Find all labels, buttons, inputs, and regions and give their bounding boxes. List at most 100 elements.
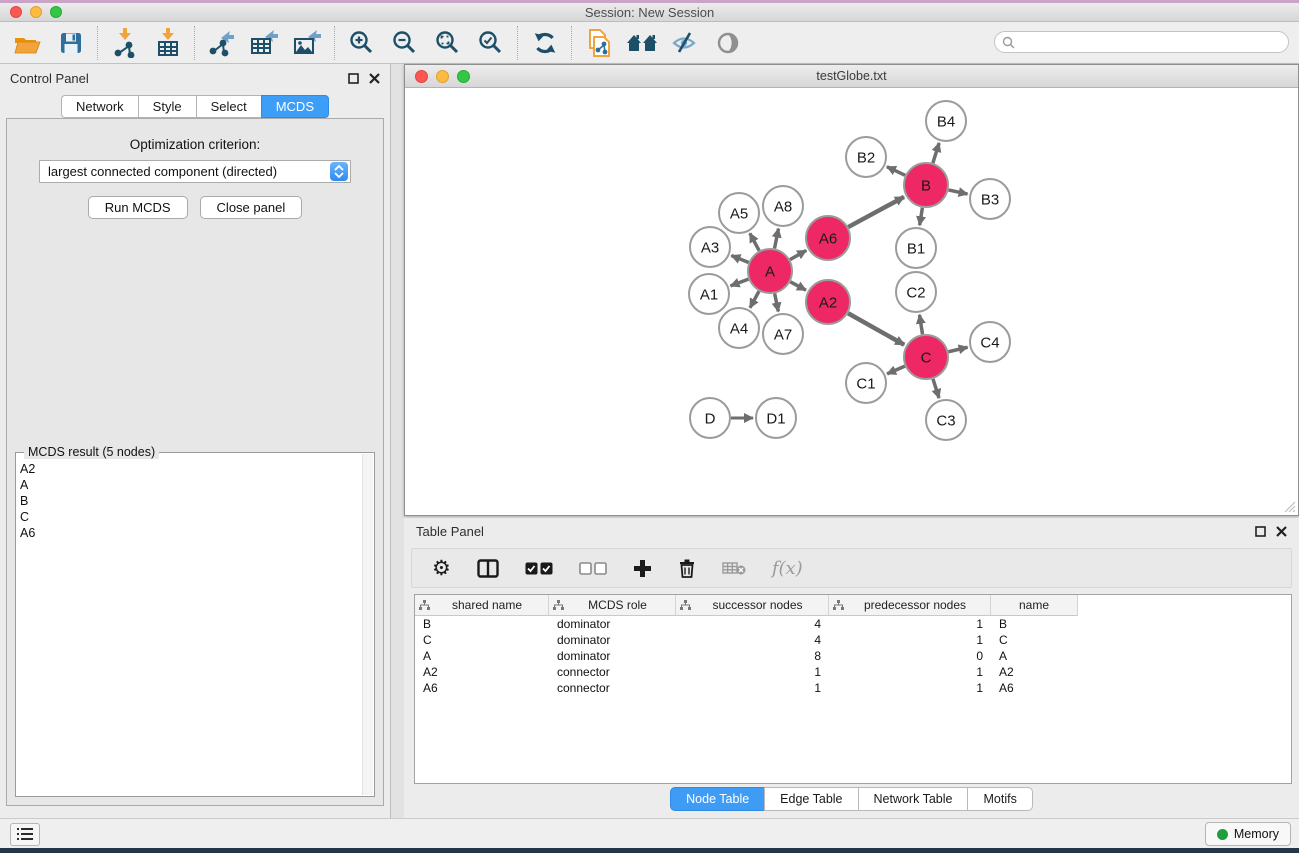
network-canvas[interactable]: AA1A2A3A4A5A6A7A8BB1B2B3B4CC1C2C3C4DD1: [405, 89, 1298, 515]
edge-A6-B[interactable]: [848, 197, 904, 227]
table-cell[interactable]: B: [991, 616, 1078, 632]
graph-node-C4[interactable]: C4: [970, 322, 1010, 362]
table-cell[interactable]: 1: [829, 616, 991, 632]
edge-B-B3[interactable]: [948, 190, 967, 194]
tab-mcds[interactable]: MCDS: [261, 95, 329, 118]
delete-column-icon[interactable]: [678, 558, 696, 578]
table-row[interactable]: A2connector11A2: [415, 664, 1291, 680]
edge-B-B1[interactable]: [920, 208, 923, 226]
table-cell[interactable]: A: [991, 648, 1078, 664]
table-cell[interactable]: A6: [991, 680, 1078, 696]
table-cell[interactable]: 0: [829, 648, 991, 664]
graph-node-B3[interactable]: B3: [970, 179, 1010, 219]
result-item[interactable]: A2: [20, 461, 362, 477]
tab-edge-table[interactable]: Edge Table: [764, 787, 857, 811]
close-panel-button[interactable]: Close panel: [200, 196, 303, 219]
show-all-icon[interactable]: [706, 25, 749, 61]
edge-A-A2[interactable]: [790, 282, 806, 290]
edge-A-A6[interactable]: [790, 250, 806, 259]
graph-node-A8[interactable]: A8: [763, 186, 803, 226]
deselect-all-icon[interactable]: [579, 562, 607, 575]
result-scrollbar[interactable]: [362, 454, 373, 795]
save-session-icon[interactable]: [49, 25, 92, 61]
edge-A-A8[interactable]: [775, 229, 779, 249]
float-table-panel-icon[interactable]: [1255, 526, 1266, 537]
table-row[interactable]: Bdominator41B: [415, 616, 1291, 632]
result-item[interactable]: A: [20, 477, 362, 493]
column-header-successor-nodes[interactable]: successor nodes: [676, 595, 829, 616]
result-item[interactable]: C: [20, 509, 362, 525]
import-network-icon[interactable]: [103, 25, 146, 61]
search-input[interactable]: [1015, 35, 1288, 49]
run-mcds-button[interactable]: Run MCDS: [88, 196, 188, 219]
tab-style[interactable]: Style: [138, 95, 196, 118]
open-session-icon[interactable]: [6, 25, 49, 61]
edge-C-C1[interactable]: [887, 366, 905, 374]
create-column-icon[interactable]: [633, 559, 652, 578]
mcds-result-list[interactable]: A2ABCA6: [20, 461, 362, 792]
edge-A-A4[interactable]: [750, 291, 759, 308]
table-cell[interactable]: A2: [415, 664, 549, 680]
tab-network[interactable]: Network: [61, 95, 138, 118]
tab-node-table[interactable]: Node Table: [670, 787, 764, 811]
graph-node-C1[interactable]: C1: [846, 363, 886, 403]
table-cell[interactable]: dominator: [549, 616, 676, 632]
graph-node-A6[interactable]: A6: [806, 216, 850, 260]
graph-node-A7[interactable]: A7: [763, 314, 803, 354]
graph-node-A1[interactable]: A1: [689, 274, 729, 314]
graph-node-C3[interactable]: C3: [926, 400, 966, 440]
graph-node-C[interactable]: C: [904, 335, 948, 379]
table-cell[interactable]: 1: [829, 680, 991, 696]
graph-node-B1[interactable]: B1: [896, 228, 936, 268]
edge-C-C4[interactable]: [948, 347, 967, 352]
table-cell[interactable]: 1: [829, 632, 991, 648]
tab-network-table[interactable]: Network Table: [858, 787, 968, 811]
graph-node-B4[interactable]: B4: [926, 101, 966, 141]
edge-C-C2[interactable]: [919, 315, 922, 335]
edge-B-B4[interactable]: [933, 143, 939, 163]
graph-node-B2[interactable]: B2: [846, 137, 886, 177]
graph-node-C2[interactable]: C2: [896, 272, 936, 312]
table-cell[interactable]: A: [415, 648, 549, 664]
network-window-titlebar[interactable]: testGlobe.txt: [405, 65, 1298, 88]
function-builder-icon[interactable]: f(x): [772, 558, 803, 579]
memory-button[interactable]: Memory: [1205, 822, 1291, 846]
hide-selected-icon[interactable]: [663, 25, 706, 61]
table-cell[interactable]: B: [415, 616, 549, 632]
table-cell[interactable]: 1: [676, 664, 829, 680]
edge-A-A1[interactable]: [731, 279, 749, 286]
column-header-name[interactable]: name: [991, 595, 1078, 616]
graph-node-A3[interactable]: A3: [690, 227, 730, 267]
table-cell[interactable]: A2: [991, 664, 1078, 680]
column-header-MCDS-role[interactable]: MCDS role: [549, 595, 676, 616]
panel-splitter[interactable]: [391, 64, 404, 818]
edge-A-A5[interactable]: [750, 233, 759, 250]
task-history-button[interactable]: [10, 823, 40, 846]
edge-A-A7[interactable]: [775, 294, 779, 312]
import-table-icon[interactable]: [146, 25, 189, 61]
tab-select[interactable]: Select: [196, 95, 261, 118]
first-neighbors-icon[interactable]: [620, 25, 663, 61]
graph-node-A2[interactable]: A2: [806, 280, 850, 324]
table-cell[interactable]: dominator: [549, 648, 676, 664]
table-row[interactable]: Cdominator41C: [415, 632, 1291, 648]
refresh-icon[interactable]: [523, 25, 566, 61]
table-cell[interactable]: C: [991, 632, 1078, 648]
zoom-out-icon[interactable]: [383, 25, 426, 61]
table-row[interactable]: A6connector11A6: [415, 680, 1291, 696]
edge-A2-C[interactable]: [848, 313, 904, 345]
tab-motifs[interactable]: Motifs: [967, 787, 1032, 811]
export-network-icon[interactable]: [200, 25, 243, 61]
edge-B-B2[interactable]: [887, 167, 905, 176]
table-settings-icon[interactable]: ⚙: [432, 558, 451, 579]
table-cell[interactable]: A6: [415, 680, 549, 696]
export-table-icon[interactable]: [243, 25, 286, 61]
network-graph[interactable]: AA1A2A3A4A5A6A7A8BB1B2B3B4CC1C2C3C4DD1: [405, 89, 1298, 515]
table-cell[interactable]: connector: [549, 664, 676, 680]
graph-node-A[interactable]: A: [748, 249, 792, 293]
table-cell[interactable]: dominator: [549, 632, 676, 648]
close-panel-icon[interactable]: [369, 73, 380, 84]
graph-node-D1[interactable]: D1: [756, 398, 796, 438]
delete-table-icon[interactable]: [722, 560, 746, 576]
clone-network-icon[interactable]: [577, 25, 620, 61]
